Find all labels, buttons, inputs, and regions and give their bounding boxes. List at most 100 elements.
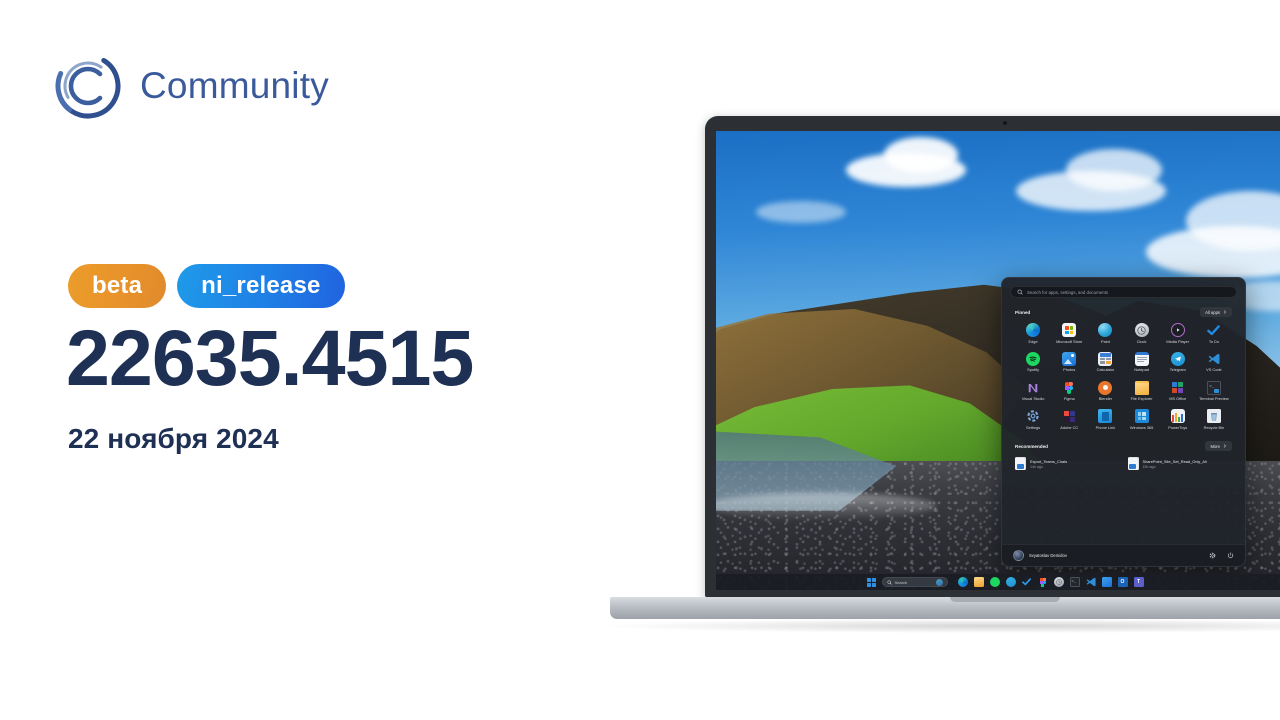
pinned-app-clock[interactable]: Clock	[1124, 323, 1160, 344]
release-date: 22 ноября 2024	[68, 423, 279, 454]
visual-studio-icon	[1026, 381, 1040, 395]
paint-icon	[1098, 323, 1113, 337]
pinned-app-telegram[interactable]: Telegram	[1160, 351, 1196, 373]
app-label: PowerToys	[1168, 424, 1188, 430]
start-search-placeholder: Search for apps, settings, and documents	[1027, 289, 1109, 295]
app-label: Calculator	[1096, 367, 1115, 373]
power-icon[interactable]	[1227, 552, 1234, 559]
app-label: Telegram	[1169, 367, 1186, 373]
app-label: Recycle Bin	[1203, 424, 1225, 430]
pinned-app-calculator[interactable]: Calculator	[1087, 351, 1123, 373]
chevron-right-icon	[1223, 310, 1227, 314]
file-explorer-icon[interactable]	[973, 577, 984, 587]
app-label: Visual Studio	[1021, 396, 1045, 402]
pinned-app-adobe-cc[interactable]: Adobe CC	[1051, 409, 1087, 430]
taskbar-search-label: Search	[894, 579, 908, 585]
app-label: Windows 365	[1129, 424, 1154, 430]
settings-gear-icon[interactable]	[1209, 552, 1216, 559]
app-label: Edge	[1028, 338, 1038, 344]
recommended-item[interactable]: SharePoint_Site_Set_Read_Only_All 15h ag…	[1127, 457, 1233, 471]
app-label: Phone Link	[1095, 424, 1116, 430]
pinned-app-spotify[interactable]: Spotify	[1015, 351, 1051, 373]
settings-gear-icon	[1026, 409, 1040, 423]
figma-icon	[1062, 381, 1076, 395]
app-label: Notepad	[1134, 367, 1149, 373]
ms-office-icon	[1171, 381, 1185, 395]
pinned-app-media-player[interactable]: Media Player	[1160, 323, 1196, 344]
powertoys-icon	[1170, 409, 1185, 424]
taskbar-search-box[interactable]: Search	[881, 577, 948, 587]
pinned-app-microsoft-store[interactable]: Microsoft Store	[1051, 323, 1087, 344]
pinned-app-settings[interactable]: Settings	[1015, 409, 1051, 430]
app-label: Photos	[1063, 367, 1076, 373]
release-badges: beta ni_release	[68, 264, 345, 308]
copilot-icon[interactable]	[935, 578, 943, 586]
pinned-app-edge[interactable]: Edge	[1015, 323, 1051, 344]
pinned-app-windows-365[interactable]: Windows 365	[1124, 409, 1160, 430]
pinned-app-paint[interactable]: Paint	[1087, 323, 1123, 344]
recommended-list: Export_Teams_Chats 14h ago SharePoint_Si…	[1015, 457, 1233, 471]
pinned-app-phone-link[interactable]: Phone Link	[1087, 409, 1123, 430]
pinned-app-figma[interactable]: Figma	[1051, 381, 1087, 402]
recommended-item[interactable]: Export_Teams_Chats 14h ago	[1015, 457, 1120, 471]
pinned-app-to-do[interactable]: To Do	[1196, 323, 1232, 344]
notepad-icon	[1134, 351, 1149, 366]
pinned-app-blender[interactable]: Blender	[1087, 380, 1123, 402]
telegram-icon[interactable]	[1005, 577, 1016, 587]
windows-start-icon[interactable]	[866, 577, 876, 587]
to-do-icon[interactable]	[1022, 577, 1032, 587]
phone-link-icon	[1098, 409, 1113, 424]
pinned-app-ms-office[interactable]: MS Office	[1160, 381, 1196, 402]
vs-code-icon[interactable]	[1086, 577, 1096, 587]
spotify-icon[interactable]	[989, 577, 1000, 587]
pinned-app-recycle-bin[interactable]: Recycle Bin	[1196, 409, 1232, 430]
pinned-app-visual-studio[interactable]: Visual Studio	[1015, 381, 1051, 402]
pinned-app-vs-code[interactable]: VS Code	[1196, 352, 1232, 373]
more-label: More	[1210, 443, 1220, 449]
more-button[interactable]: More	[1205, 441, 1232, 452]
recommended-item-name: Export_Teams_Chats	[1030, 458, 1068, 464]
start-menu[interactable]: Search for apps, settings, and documents…	[1001, 277, 1246, 567]
user-account-button[interactable]: Svyatoslav Demidov	[1013, 550, 1067, 561]
app-label: To Do	[1208, 338, 1219, 344]
microsoft-store-icon	[1062, 323, 1077, 337]
laptop-base	[610, 597, 1280, 619]
slide-canvas: Community beta ni_release 22635.4515 22 …	[0, 0, 1280, 720]
badge-branch[interactable]: ni_release	[177, 264, 345, 308]
pinned-app-file-explorer[interactable]: File Explorer	[1124, 380, 1160, 402]
pinned-app-photos[interactable]: Photos	[1051, 351, 1087, 373]
pinned-title: Pinned	[1015, 309, 1031, 315]
figma-icon[interactable]	[1038, 577, 1048, 587]
outlook-icon[interactable]: O	[1117, 577, 1128, 587]
edge-icon[interactable]	[957, 577, 968, 587]
start-search-input[interactable]: Search for apps, settings, and documents	[1010, 286, 1237, 298]
community-circle-c-logo	[54, 52, 122, 120]
laptop-lid: Search for apps, settings, and documents…	[705, 116, 1280, 598]
pinned-app-notepad[interactable]: Notepad	[1124, 351, 1160, 373]
terminal-preview-icon[interactable]: >_	[1069, 577, 1080, 587]
badge-beta[interactable]: beta	[68, 264, 167, 308]
recycle-bin-icon	[1206, 409, 1221, 424]
app-label: Spotify	[1027, 367, 1040, 373]
laptop-shadow	[605, 619, 1280, 633]
recommended-item-name: SharePoint_Site_Set_Read_Only_All	[1142, 458, 1207, 464]
calculator-icon	[1098, 351, 1113, 366]
brand-name: Community	[140, 65, 329, 106]
app-label: VS Code	[1206, 367, 1222, 373]
recommended-section: Recommended More Export_Teams_Chats 14h …	[1015, 441, 1233, 471]
clock-icon[interactable]	[1053, 577, 1064, 587]
app-label: Figma	[1063, 396, 1075, 402]
pinned-app-powertoys[interactable]: PowerToys	[1160, 409, 1196, 430]
all-apps-button[interactable]: All apps	[1200, 307, 1232, 317]
pinned-app-terminal-preview[interactable]: >_ Terminal Preview	[1196, 380, 1232, 402]
all-apps-label: All apps	[1205, 309, 1220, 315]
file-explorer-icon	[1134, 380, 1149, 395]
photos-icon[interactable]	[1101, 577, 1112, 587]
adobe-cc-icon	[1062, 409, 1076, 423]
taskbar[interactable]: Search >_ O T	[716, 574, 1280, 590]
recommended-item-time: 15h ago	[1142, 464, 1156, 469]
recommended-header: Recommended More	[1015, 441, 1232, 452]
teams-icon[interactable]: T	[1133, 577, 1144, 587]
webcam-icon	[1003, 121, 1007, 125]
laptop-base-notch	[950, 597, 1060, 602]
